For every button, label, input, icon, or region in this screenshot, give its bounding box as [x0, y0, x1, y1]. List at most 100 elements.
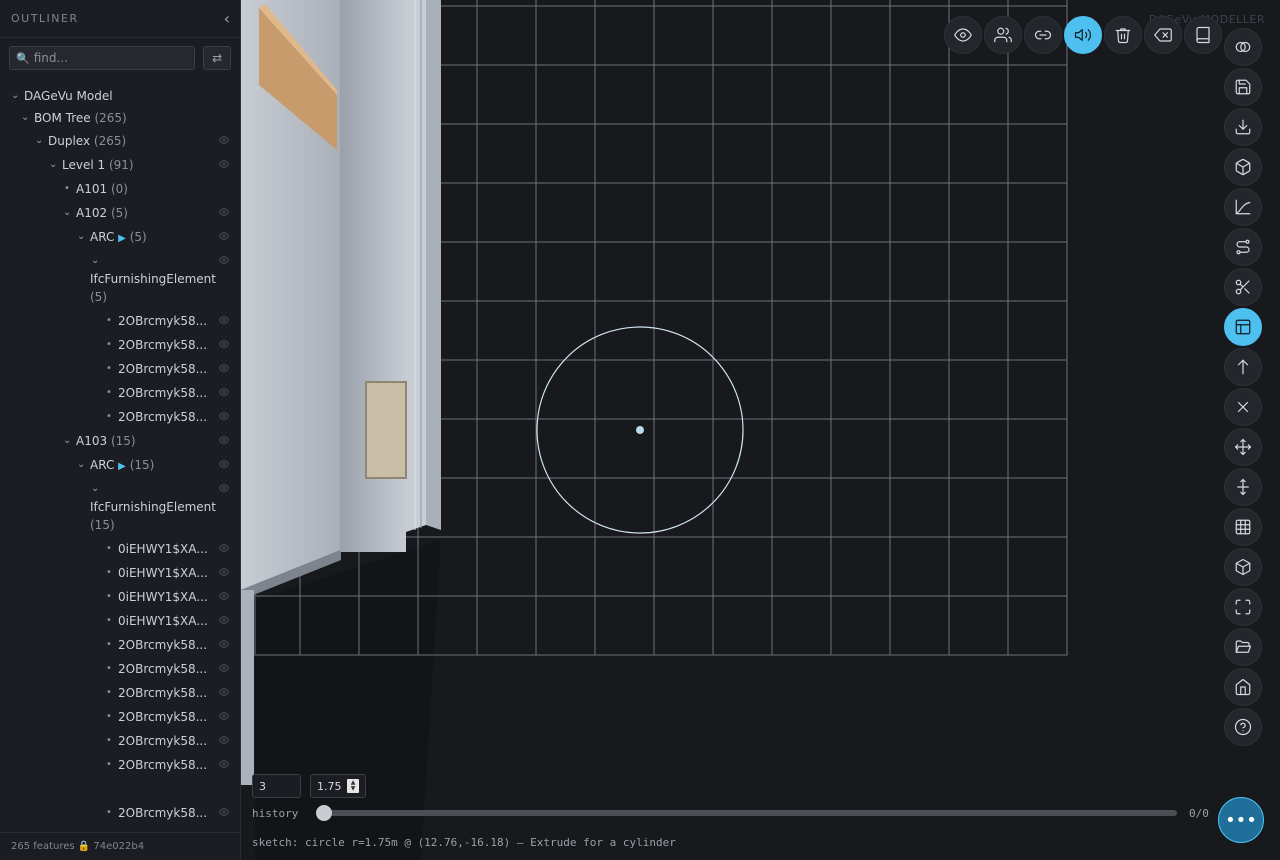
eye-icon[interactable] [219, 207, 229, 217]
chevron-down-icon[interactable]: ⌄ [91, 252, 99, 270]
help-button[interactable] [1224, 708, 1262, 746]
move-button[interactable] [1224, 428, 1262, 466]
segments-input[interactable]: 3 [252, 774, 301, 798]
swap-button[interactable]: ⇄ [203, 46, 231, 70]
tree-node-duplex[interactable]: ⌄ Duplex (265) [0, 132, 240, 150]
tree-node-arc[interactable]: ⌄ ARC ▶ (5) [0, 228, 240, 246]
tree-node-element[interactable]: • 0iEHWY1$XA... [0, 612, 240, 630]
backspace-button[interactable] [1144, 16, 1182, 54]
tree-node-element[interactable]: • 2OBrcmyk58... [0, 732, 240, 750]
more-button[interactable]: ••• [1218, 797, 1264, 843]
eye-icon[interactable] [219, 759, 229, 769]
tree-node-a103[interactable]: ⌄ A103 (15) [0, 432, 240, 450]
spinner-icon[interactable]: ▲ ▼ [347, 779, 359, 793]
tree-node-element[interactable]: • 0iEHWY1$XA... [0, 564, 240, 582]
eye-icon[interactable] [219, 231, 229, 241]
tree-node-element[interactable]: • 2OBrcmyk58... [0, 708, 240, 726]
eye-icon[interactable] [219, 159, 229, 169]
move-vertical-button[interactable] [1224, 468, 1262, 506]
tree-node-element[interactable]: • 2OBrcmyk58... [0, 660, 240, 678]
eye-icon[interactable] [219, 255, 229, 265]
eye-icon[interactable] [219, 807, 229, 817]
tree-node-element[interactable]: • 0iEHWY1$XA... [0, 588, 240, 606]
tree-node-dagevu-model[interactable]: ⌄ DAGeVu Model [0, 87, 240, 105]
3d-viewport[interactable]: DAGeVu MODELLER ••• 3 1.75 [241, 0, 1280, 860]
tree-node-element[interactable]: • 2OBrcmyk58... [0, 360, 240, 378]
eye-icon[interactable] [219, 363, 229, 373]
fullscreen-button[interactable] [1224, 588, 1262, 626]
box-button[interactable] [1224, 148, 1262, 186]
chevron-down-icon[interactable]: ⌄ [21, 109, 29, 127]
eye-icon[interactable] [219, 435, 229, 445]
eye-icon[interactable] [219, 735, 229, 745]
eye-icon[interactable] [219, 135, 229, 145]
history-slider-thumb[interactable] [316, 805, 332, 821]
tree-node-element[interactable]: • 2OBrcmyk58... [0, 804, 240, 822]
radius-input[interactable]: 1.75 ▲ ▼ [310, 774, 366, 798]
save-button[interactable] [1224, 68, 1262, 106]
open-folder-button[interactable] [1224, 628, 1262, 666]
eye-icon[interactable] [219, 339, 229, 349]
chevron-down-icon[interactable]: ⌄ [49, 156, 57, 174]
tree-node-level-1[interactable]: ⌄ Level 1 (91) [0, 156, 240, 174]
delete-button[interactable] [1104, 16, 1142, 54]
home-button[interactable] [1224, 668, 1262, 706]
boolean-button[interactable] [1224, 28, 1262, 66]
tree-node-element[interactable]: • 2OBrcmyk58... [0, 756, 240, 774]
chevron-down-icon[interactable]: ⌄ [91, 480, 99, 498]
search-box[interactable]: 🔍 [9, 46, 196, 70]
tree-node-element[interactable]: • 2OBrcmyk58... [0, 636, 240, 654]
collapse-sidebar-icon[interactable]: ‹ [224, 9, 230, 28]
link-button[interactable] [1024, 16, 1062, 54]
close-button[interactable] [1224, 388, 1262, 426]
layout-button[interactable] [1224, 308, 1262, 346]
users-button[interactable] [984, 16, 1022, 54]
tree-node-element[interactable]: • 2OBrcmyk58... [0, 336, 240, 354]
tree-node-element[interactable]: • 0iEHWY1$XA... [0, 540, 240, 558]
tree-node-element[interactable]: • 2OBrcmyk58... [0, 684, 240, 702]
curve-button[interactable] [1224, 188, 1262, 226]
chevron-down-icon[interactable]: ⌄ [11, 87, 19, 105]
extrude-button[interactable] [1224, 348, 1262, 386]
search-input[interactable] [33, 51, 184, 65]
eye-icon[interactable] [219, 615, 229, 625]
volume-button[interactable] [1064, 16, 1102, 54]
route-button[interactable] [1224, 228, 1262, 266]
download-button[interactable] [1224, 108, 1262, 146]
play-icon[interactable]: ▶ [118, 233, 126, 244]
eye-icon[interactable] [219, 591, 229, 601]
eye-icon[interactable] [219, 687, 229, 697]
chevron-down-icon[interactable]: ⌄ [63, 432, 71, 450]
scene-canvas[interactable] [241, 0, 1280, 860]
eye-icon[interactable] [219, 411, 229, 421]
chevron-down-icon[interactable]: ⌄ [77, 456, 85, 474]
cube-button[interactable] [1224, 548, 1262, 586]
tree-node-arc[interactable]: ⌄ ARC ▶ (15) [0, 456, 240, 474]
tree-node-a102[interactable]: ⌄ A102 (5) [0, 204, 240, 222]
eye-icon[interactable] [219, 639, 229, 649]
eye-icon[interactable] [219, 663, 229, 673]
tree-node-ifc-furnishing[interactable]: ⌄ IfcFurnishingElement (15) [0, 480, 240, 534]
eye-icon[interactable] [219, 543, 229, 553]
eye-icon[interactable] [219, 483, 229, 493]
history-slider[interactable] [316, 805, 1177, 821]
eye-icon[interactable] [219, 711, 229, 721]
eye-button[interactable] [944, 16, 982, 54]
tree-node-ifc-furnishing[interactable]: ⌄ IfcFurnishingElement (5) [0, 252, 240, 306]
tree-node-element[interactable]: • 2OBrcmyk58... [0, 408, 240, 426]
tree-node-bom-tree[interactable]: ⌄ BOM Tree (265) [0, 109, 240, 127]
chevron-down-icon[interactable]: ⌄ [63, 204, 71, 222]
chevron-down-icon[interactable]: ⌄ [77, 228, 85, 246]
eye-icon[interactable] [219, 315, 229, 325]
tree-node-element[interactable]: • 2OBrcmyk58... [0, 312, 240, 330]
eye-icon[interactable] [219, 459, 229, 469]
play-icon[interactable]: ▶ [118, 461, 126, 472]
tree-node-a101[interactable]: • A101 (0) [0, 180, 240, 198]
book-button[interactable] [1184, 16, 1222, 54]
chevron-down-icon[interactable]: ⌄ [35, 132, 43, 150]
cut-button[interactable] [1224, 268, 1262, 306]
circle-center-point[interactable] [636, 426, 644, 434]
eye-icon[interactable] [219, 387, 229, 397]
eye-icon[interactable] [219, 567, 229, 577]
tree-node-element[interactable]: • 2OBrcmyk58... [0, 384, 240, 402]
